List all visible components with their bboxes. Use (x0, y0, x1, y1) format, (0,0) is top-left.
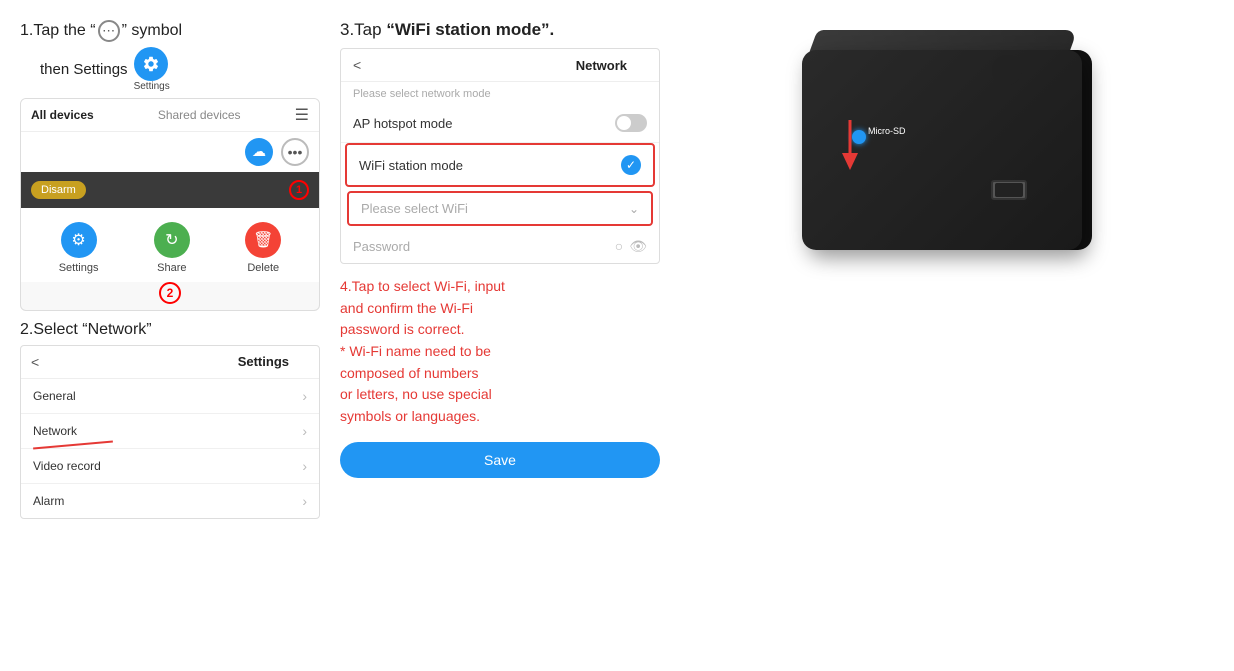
tab-all-devices[interactable]: All devices (31, 108, 94, 122)
phone-top-bar: All devices Shared devices ☰ (21, 99, 319, 132)
usb-port (991, 180, 1027, 200)
step1-title-text: 1.Tap the “ (20, 22, 96, 39)
settings-icon-circle (134, 47, 168, 81)
settings-video-label: Video record (33, 459, 101, 473)
ellipsis-symbol: ⋯ (98, 20, 120, 42)
network-mock: < Network Please select network mode AP … (340, 48, 660, 264)
chevron-right-icon: › (302, 423, 307, 439)
delete-icon-item[interactable]: 🗑 Delete (245, 222, 281, 274)
share-action-icon: ↻ (154, 222, 190, 258)
settings-mock: < Settings General › Network › Video rec… (20, 345, 320, 519)
delete-action-label: Delete (247, 262, 279, 274)
ap-hotspot-label: AP hotspot mode (353, 116, 453, 131)
step2-title: 2.Select “Network” (20, 321, 320, 339)
settings-gear-icon (142, 55, 160, 73)
step-circle-1: 1 (289, 180, 309, 200)
settings-icon-item[interactable]: ⚙ Settings (59, 222, 99, 274)
step1-title-text2: ” symbol (122, 22, 182, 39)
dots-button[interactable]: ••• (281, 138, 309, 166)
then-settings-text: then Settings (40, 61, 128, 78)
wifi-select-placeholder: Please select WiFi (361, 201, 468, 216)
right-column: Micro-SD USB (670, 20, 1214, 280)
usb-port-inner (995, 183, 1023, 197)
step4-line6: or letters, no use special (340, 384, 660, 406)
settings-header: < Settings (21, 346, 319, 379)
share-icon-item[interactable]: ↻ Share (154, 222, 190, 274)
share-action-label: Share (157, 262, 186, 274)
network-back-button[interactable]: < (353, 57, 361, 73)
password-icons: ○ 👁 (615, 238, 647, 255)
step3-title: 3.Tap “WiFi station mode”. (340, 20, 660, 40)
chevron-right-icon: › (302, 458, 307, 474)
step1-subtitle: then Settings Settings (20, 47, 320, 92)
step4-line5: composed of numbers (340, 363, 660, 385)
delete-action-icon: 🗑 (245, 222, 281, 258)
chevron-right-icon: › (302, 388, 307, 404)
step1-title: 1.Tap the “⋯” symbol (20, 20, 320, 43)
settings-general-label: General (33, 389, 76, 403)
red-arrow (830, 115, 870, 180)
wifi-station-check-icon: ✓ (621, 155, 641, 175)
step4-line7: symbols or languages. (340, 406, 660, 428)
middle-column: 3.Tap “WiFi station mode”. < Network Ple… (330, 20, 670, 478)
disarm-button[interactable]: Disarm (31, 181, 86, 199)
wifi-station-label: WiFi station mode (359, 158, 463, 173)
settings-row-network[interactable]: Network › (21, 414, 319, 449)
step4-line2: and confirm the Wi-Fi (340, 298, 660, 320)
menu-icon[interactable]: ☰ (295, 105, 309, 125)
password-clear-icon[interactable]: ○ (615, 238, 623, 255)
settings-row-alarm[interactable]: Alarm › (21, 484, 319, 518)
password-row: Password ○ 👁 (341, 230, 659, 263)
step4-line1: 4.Tap to select Wi-Fi, input (340, 276, 660, 298)
phone-mock-step1: All devices Shared devices ☰ ☁ ••• Disar… (20, 98, 320, 311)
network-header-title: Network (576, 58, 627, 73)
settings-action-label: Settings (59, 262, 99, 274)
left-column: 1.Tap the “⋯” symbol then Settings Setti… (20, 20, 330, 519)
network-section-label: Please select network mode (341, 82, 659, 104)
phone-icons-row: ⚙ Settings ↻ Share 🗑 Delete (21, 208, 319, 282)
antenna-bump (992, 55, 1022, 85)
settings-action-icon: ⚙ (61, 222, 97, 258)
settings-icon-label: Settings (134, 81, 170, 92)
network-underline (33, 440, 113, 449)
settings-row-video[interactable]: Video record › (21, 449, 319, 484)
step4-line4: * Wi-Fi name need to be (340, 341, 660, 363)
settings-back-button[interactable]: < (31, 354, 39, 370)
tab-shared-devices[interactable]: Shared devices (158, 108, 241, 122)
password-eye-icon[interactable]: 👁 (629, 238, 647, 255)
network-header: < Network (341, 49, 659, 82)
wifi-station-option[interactable]: WiFi station mode ✓ (345, 143, 655, 187)
settings-network-label: Network (33, 424, 77, 438)
chevron-down-icon: ⌄ (629, 202, 639, 216)
microsd-label: Micro-SD (868, 126, 906, 136)
step3-title-prefix: 3.Tap (340, 20, 386, 39)
password-label: Password (353, 239, 410, 254)
step2-title-text: 2.Select “Network” (20, 321, 152, 338)
cloud-button[interactable]: ☁ (245, 138, 273, 166)
settings-header-title: Settings (238, 354, 289, 369)
settings-row-general[interactable]: General › (21, 379, 319, 414)
step4-block: 4.Tap to select Wi-Fi, input and confirm… (340, 276, 660, 428)
ap-hotspot-toggle[interactable] (615, 114, 647, 132)
device-image: Micro-SD USB (782, 20, 1102, 280)
phone-action-buttons: ☁ ••• (21, 132, 319, 172)
wifi-select-dropdown[interactable]: Please select WiFi ⌄ (347, 191, 653, 226)
step-circle-2: 2 (159, 282, 181, 304)
save-button[interactable]: Save (340, 442, 660, 478)
chevron-right-icon: › (302, 493, 307, 509)
step3-title-bold: “WiFi station mode”. (386, 20, 554, 39)
settings-alarm-label: Alarm (33, 494, 64, 508)
phone-dark-bar: Disarm 1 (21, 172, 319, 208)
ap-hotspot-option[interactable]: AP hotspot mode (341, 104, 659, 143)
step4-line3: password is correct. (340, 319, 660, 341)
